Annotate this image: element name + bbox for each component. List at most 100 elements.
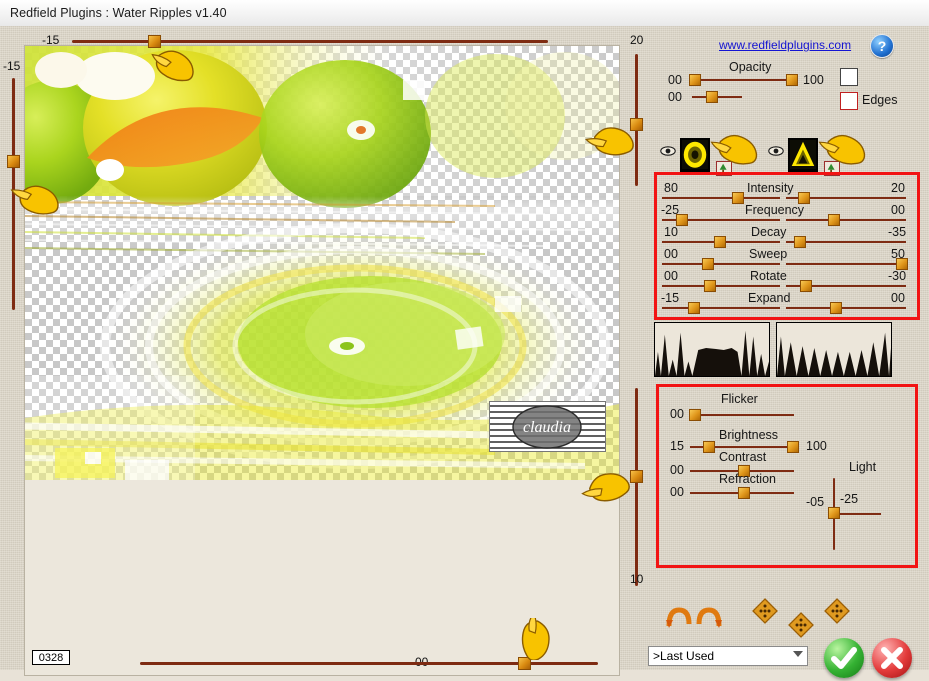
ruler-top-label: -15 [42, 33, 60, 47]
status-readout: 0328 [32, 650, 70, 665]
ruler-right-bottom-label: 10 [630, 572, 644, 586]
image-preview-canvas[interactable]: claudia [25, 46, 619, 480]
opacity-track[interactable] [692, 79, 796, 81]
ripple-profile-swatch-2[interactable] [788, 138, 818, 172]
sweep-left-knob[interactable] [702, 258, 714, 270]
rotate-right-knob[interactable] [800, 280, 812, 292]
flicker-track[interactable] [690, 414, 794, 416]
randomize-dice-icon-2[interactable] [788, 612, 814, 638]
ruler-left-knob[interactable] [7, 155, 20, 168]
edges-label: Edges [862, 93, 898, 107]
redo-icon[interactable] [696, 606, 722, 628]
ruler-right-top-knob[interactable] [630, 118, 643, 131]
plugin-window: Redfield Plugins : Water Ripples v1.40 c… [0, 0, 929, 678]
flicker-value: 00 [670, 407, 684, 421]
frequency-right-value: 00 [891, 203, 905, 217]
decay-left-knob[interactable] [714, 236, 726, 248]
ruler-top-knob[interactable] [148, 35, 161, 48]
opacity-checkbox[interactable] [840, 68, 858, 86]
title-bar: Redfield Plugins : Water Ripples v1.40 [0, 0, 929, 27]
intensity-right-value: 20 [891, 181, 905, 195]
ruler-left-track[interactable] [12, 78, 15, 310]
rotate-right-value: -30 [888, 269, 907, 283]
expand-right-track[interactable] [786, 307, 906, 309]
light-x-value: -05 [806, 495, 825, 509]
watermark: claudia [489, 401, 606, 452]
brightness-left-knob[interactable] [703, 441, 715, 453]
watermark-text: claudia [523, 419, 571, 436]
cancel-button[interactable] [872, 638, 912, 678]
opacity-second-value: 00 [668, 90, 682, 104]
rotate-left-track[interactable] [662, 285, 780, 287]
ok-button[interactable] [824, 638, 864, 678]
ripple-profile-swatch-1[interactable] [680, 138, 710, 172]
eye-icon[interactable] [660, 146, 676, 156]
frequency-right-track[interactable] [786, 219, 906, 221]
flicker-knob[interactable] [689, 409, 701, 421]
ruler-right-bottom-track[interactable] [635, 388, 638, 586]
preset-dropdown-value: >Last Used [653, 649, 715, 663]
undo-icon[interactable] [666, 606, 692, 628]
ruler-right-bottom-knob[interactable] [630, 470, 643, 483]
expand-right-knob[interactable] [830, 302, 842, 314]
control-panel: www.redfieldplugins.com ? Opacity 00 100… [648, 26, 929, 678]
refraction-knob[interactable] [738, 487, 750, 499]
intensity-left-value: 80 [664, 181, 678, 195]
contrast-label: Contrast [719, 450, 767, 464]
light-y-value: -25 [840, 492, 859, 506]
brightness-label: Brightness [719, 428, 779, 442]
brightness-right-knob[interactable] [787, 441, 799, 453]
opacity-left-knob[interactable] [689, 74, 701, 86]
decay-right-knob[interactable] [794, 236, 806, 248]
brightness-left-value: 15 [670, 439, 684, 453]
ruler-right-top-label: 20 [630, 33, 644, 47]
sweep-right-track[interactable] [786, 263, 906, 265]
ruler-bottom-knob[interactable] [518, 657, 531, 670]
opacity-second-knob[interactable] [706, 91, 718, 103]
sweep-left-track[interactable] [662, 263, 780, 265]
preset-dropdown[interactable]: >Last Used [648, 646, 808, 666]
waveform-preview-1[interactable] [654, 322, 770, 377]
website-link[interactable]: www.redfieldplugins.com [719, 38, 851, 52]
chevron-down-icon [793, 651, 803, 657]
eye-icon[interactable] [768, 146, 784, 156]
light-xy-knob[interactable] [828, 507, 840, 519]
rotate-label: Rotate [750, 269, 787, 283]
flicker-label: Flicker [721, 392, 758, 406]
expand-left-value: -15 [661, 291, 680, 305]
window-title: Redfield Plugins : Water Ripples v1.40 [10, 6, 227, 20]
ruler-left-label: -15 [3, 59, 21, 73]
frequency-right-knob[interactable] [828, 214, 840, 226]
intensity-label: Intensity [747, 181, 794, 195]
expand-right-value: 00 [891, 291, 905, 305]
edges-checkbox[interactable] [840, 92, 858, 110]
help-icon[interactable]: ? [870, 34, 894, 58]
intensity-left-knob[interactable] [732, 192, 744, 204]
decay-label: Decay [751, 225, 787, 239]
expand-left-track[interactable] [662, 307, 780, 309]
sweep-left-value: 00 [664, 247, 678, 261]
ruler-top-track[interactable] [72, 40, 548, 43]
sweep-label: Sweep [749, 247, 788, 261]
randomize-dice-icon-1[interactable] [752, 598, 778, 624]
opacity-right-value: 100 [803, 73, 824, 87]
opacity-left-value: 00 [668, 73, 682, 87]
rotate-left-knob[interactable] [704, 280, 716, 292]
opacity-right-knob[interactable] [786, 74, 798, 86]
decay-left-value: 10 [664, 225, 678, 239]
randomize-dice-icon-3[interactable] [824, 598, 850, 624]
refraction-value: 00 [670, 485, 684, 499]
opacity-label: Opacity [729, 60, 772, 74]
intensity-left-track[interactable] [662, 197, 780, 199]
decay-right-value: -35 [888, 225, 907, 239]
contrast-value: 00 [670, 463, 684, 477]
light-label: Light [849, 460, 877, 474]
workspace: claudia -15 -15 00 20 10 0328 [0, 26, 929, 678]
brightness-right-value: 100 [806, 439, 827, 453]
expand-label: Expand [748, 291, 791, 305]
rotate-left-value: 00 [664, 269, 678, 283]
expand-left-knob[interactable] [688, 302, 700, 314]
refraction-label: Refraction [719, 472, 776, 486]
waveform-preview-2[interactable] [776, 322, 892, 377]
frequency-label: Frequency [745, 203, 805, 217]
